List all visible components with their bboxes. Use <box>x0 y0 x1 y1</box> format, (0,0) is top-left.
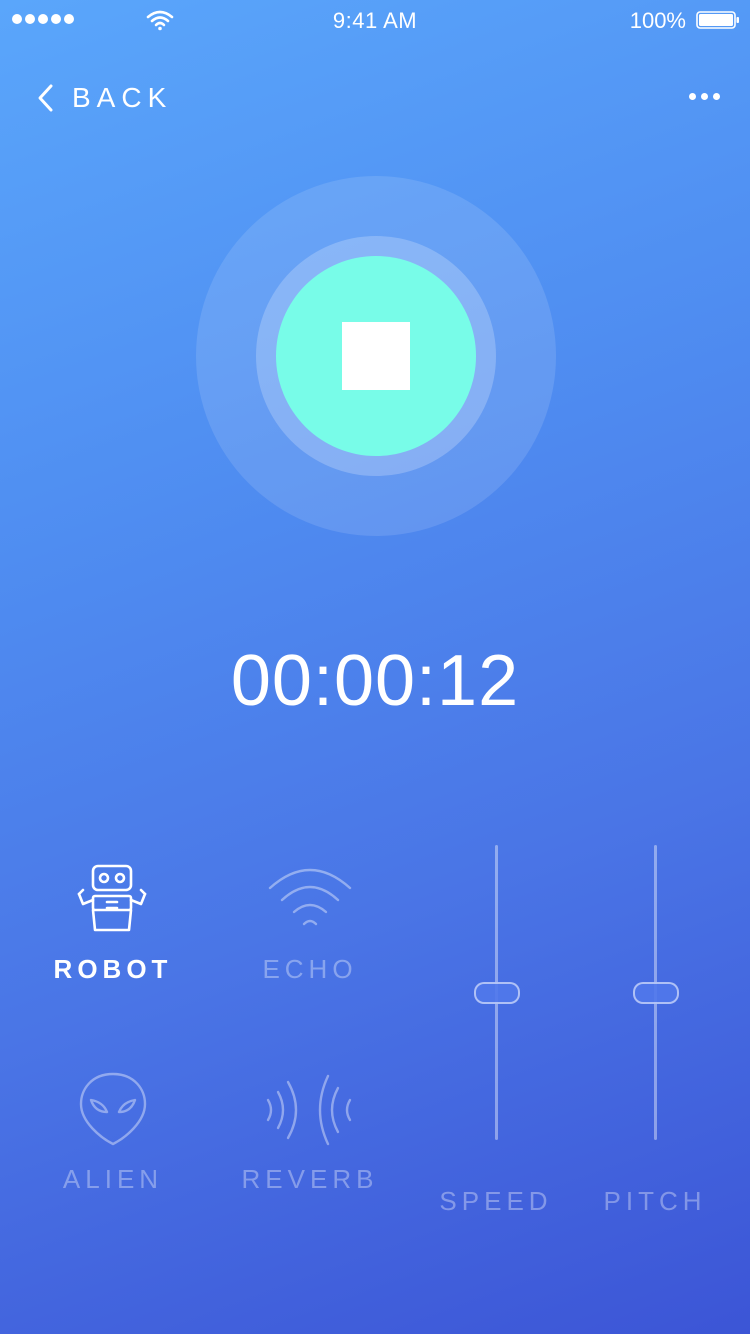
echo-icon <box>268 868 352 926</box>
speed-slider-thumb[interactable] <box>474 982 520 1004</box>
back-button[interactable]: BACK <box>36 78 172 118</box>
robot-icon <box>77 864 147 932</box>
battery-percent: 100% <box>629 8 686 33</box>
alien-icon <box>79 1072 147 1146</box>
effect-label-echo: ECHO <box>262 954 358 984</box>
pitch-slider[interactable] <box>575 845 735 1140</box>
more-options-button[interactable] <box>684 84 724 108</box>
chevron-left-icon <box>38 84 53 112</box>
effect-robot[interactable]: ROBOT <box>18 860 208 985</box>
reverb-icon <box>266 1074 352 1146</box>
recording-timer: 00:00:12 <box>230 641 520 721</box>
effect-label-robot: ROBOT <box>53 954 173 984</box>
stop-recording-button[interactable] <box>276 256 476 456</box>
speed-label: SPEED <box>439 1186 553 1216</box>
battery-full-icon <box>696 11 739 29</box>
effect-alien[interactable]: ALIEN <box>18 1070 208 1195</box>
back-label: BACK <box>72 82 173 113</box>
more-horizontal-icon <box>688 92 696 100</box>
effect-label-alien: ALIEN <box>62 1164 164 1194</box>
pitch-label: PITCH <box>603 1186 707 1216</box>
pitch-slider-thumb[interactable] <box>633 982 679 1004</box>
effect-echo[interactable]: ECHO <box>215 860 405 985</box>
stop-icon <box>342 322 410 390</box>
status-bar: 9:41 AM 100% <box>0 0 750 40</box>
speed-slider[interactable] <box>416 845 576 1140</box>
effect-reverb[interactable]: REVERB <box>215 1070 405 1195</box>
effect-label-reverb: REVERB <box>241 1164 379 1194</box>
